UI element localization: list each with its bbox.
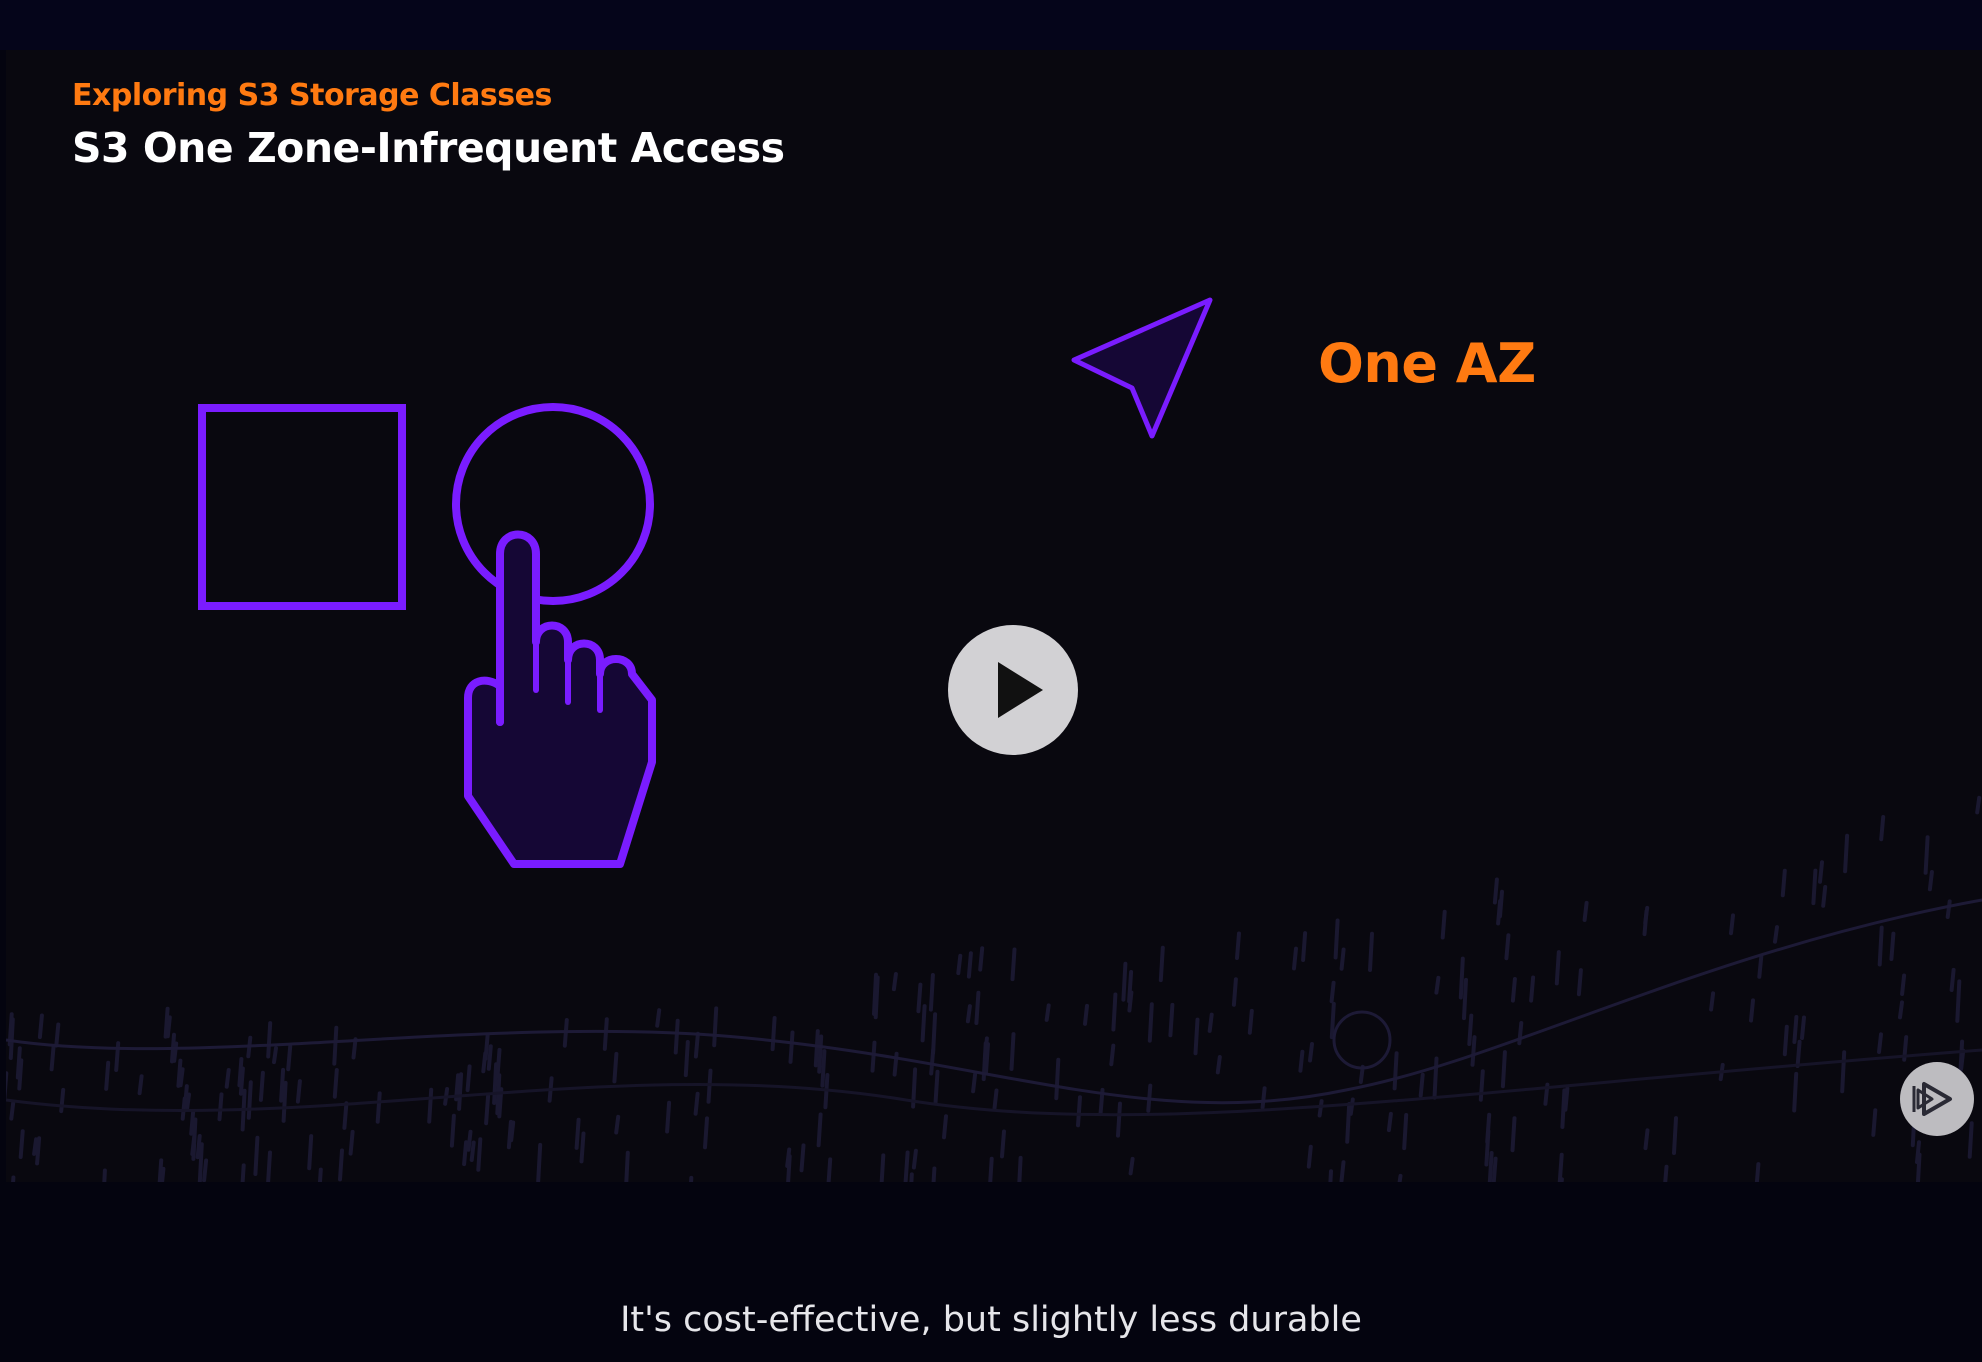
circle-outline-icon: [452, 403, 654, 605]
pluralsight-logo-button[interactable]: [1900, 1062, 1974, 1136]
square-outline-icon: [198, 404, 406, 610]
caption-text: It's cost-effective, but slightly less d…: [620, 1300, 1362, 1340]
video-player-page: Exploring S3 Storage Classes S3 One Zone…: [0, 0, 1982, 1362]
pluralsight-logo-icon: [1912, 1082, 1952, 1116]
top-bar: [0, 0, 1982, 50]
play-icon: [998, 662, 1043, 718]
one-az-label: One AZ: [1318, 332, 1536, 395]
illustration: [198, 297, 1213, 868]
cursor-arrow-icon: [1071, 297, 1213, 439]
video-frame[interactable]: Exploring S3 Storage Classes S3 One Zone…: [6, 50, 1982, 1182]
play-button[interactable]: [948, 625, 1078, 755]
